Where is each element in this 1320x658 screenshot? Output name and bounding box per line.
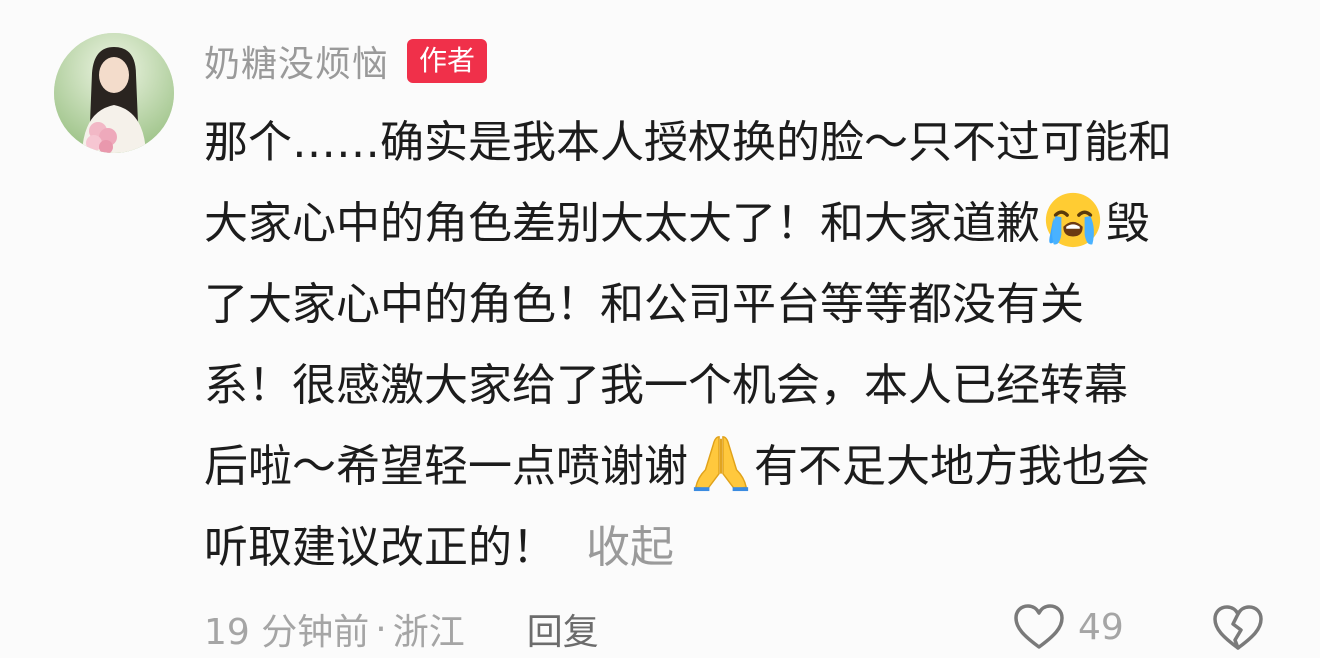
comment-line: 大家心中的角色差别大太大了！和大家道歉 毁 [204, 183, 1284, 264]
folded-hands-icon [690, 431, 752, 493]
broken-heart-icon [1213, 605, 1263, 650]
comment-text-segment: 有不足大地方我也会 [754, 441, 1150, 492]
comment-text-segment: 毁 [1106, 198, 1150, 249]
comment-text-segment: 听取建议改正的！ [204, 522, 556, 573]
avatar-photo-icon [54, 33, 174, 153]
meta-separator: · [375, 608, 387, 650]
reply-button[interactable]: 回复 [527, 603, 599, 655]
comment-line: 了大家心中的角色！和公司平台等等都没有关 [204, 264, 1284, 345]
comment-text-segment: 系！很感激大家给了我一个机会，本人已经转幕 [204, 360, 1128, 411]
comment-line: 后啦～希望轻一点喷谢谢 有不足大地方我也会 [204, 426, 1284, 507]
comment-line: 系！很感激大家给了我一个机会，本人已经转幕 [204, 345, 1284, 426]
comment-header: 奶糖没烦恼 作者 [204, 35, 488, 87]
comment-line: 听取建议改正的！ 收起 [204, 507, 1284, 588]
comment-text-segment: 大家心中的角色差别大太大了！和大家道歉 [204, 198, 1040, 249]
like-button[interactable]: 49 [1012, 599, 1124, 655]
comment-text-segment: 那个……确实是我本人授权换的脸～只不过可能和 [204, 117, 1172, 168]
author-badge: 作者 [407, 39, 488, 83]
comment-time: 19 分钟前 [204, 612, 370, 653]
avatar[interactable] [54, 33, 174, 153]
comment-item: 奶糖没烦恼 作者 那个……确实是我本人授权换的脸～只不过可能和 大家心中的角色差… [0, 0, 1320, 658]
username[interactable]: 奶糖没烦恼 [204, 35, 389, 87]
like-count: 49 [1078, 606, 1124, 648]
comment-meta: 19 分钟前 · 浙江 回复 [204, 601, 599, 657]
comment-text-segment: 了大家心中的角色！和公司平台等等都没有关 [204, 279, 1084, 330]
comment-text-segment: 后啦～希望轻一点喷谢谢 [204, 441, 688, 492]
dislike-button[interactable] [1210, 600, 1266, 656]
loudly-crying-face-icon [1042, 188, 1104, 250]
heart-outline-icon [1014, 604, 1064, 649]
comment-body: 那个……确实是我本人授权换的脸～只不过可能和 大家心中的角色差别大太大了！和大家… [204, 102, 1284, 588]
comment-location: 浙江 [392, 612, 465, 653]
collapse-button[interactable]: 收起 [586, 522, 674, 573]
comment-line: 那个……确实是我本人授权换的脸～只不过可能和 [204, 102, 1284, 183]
